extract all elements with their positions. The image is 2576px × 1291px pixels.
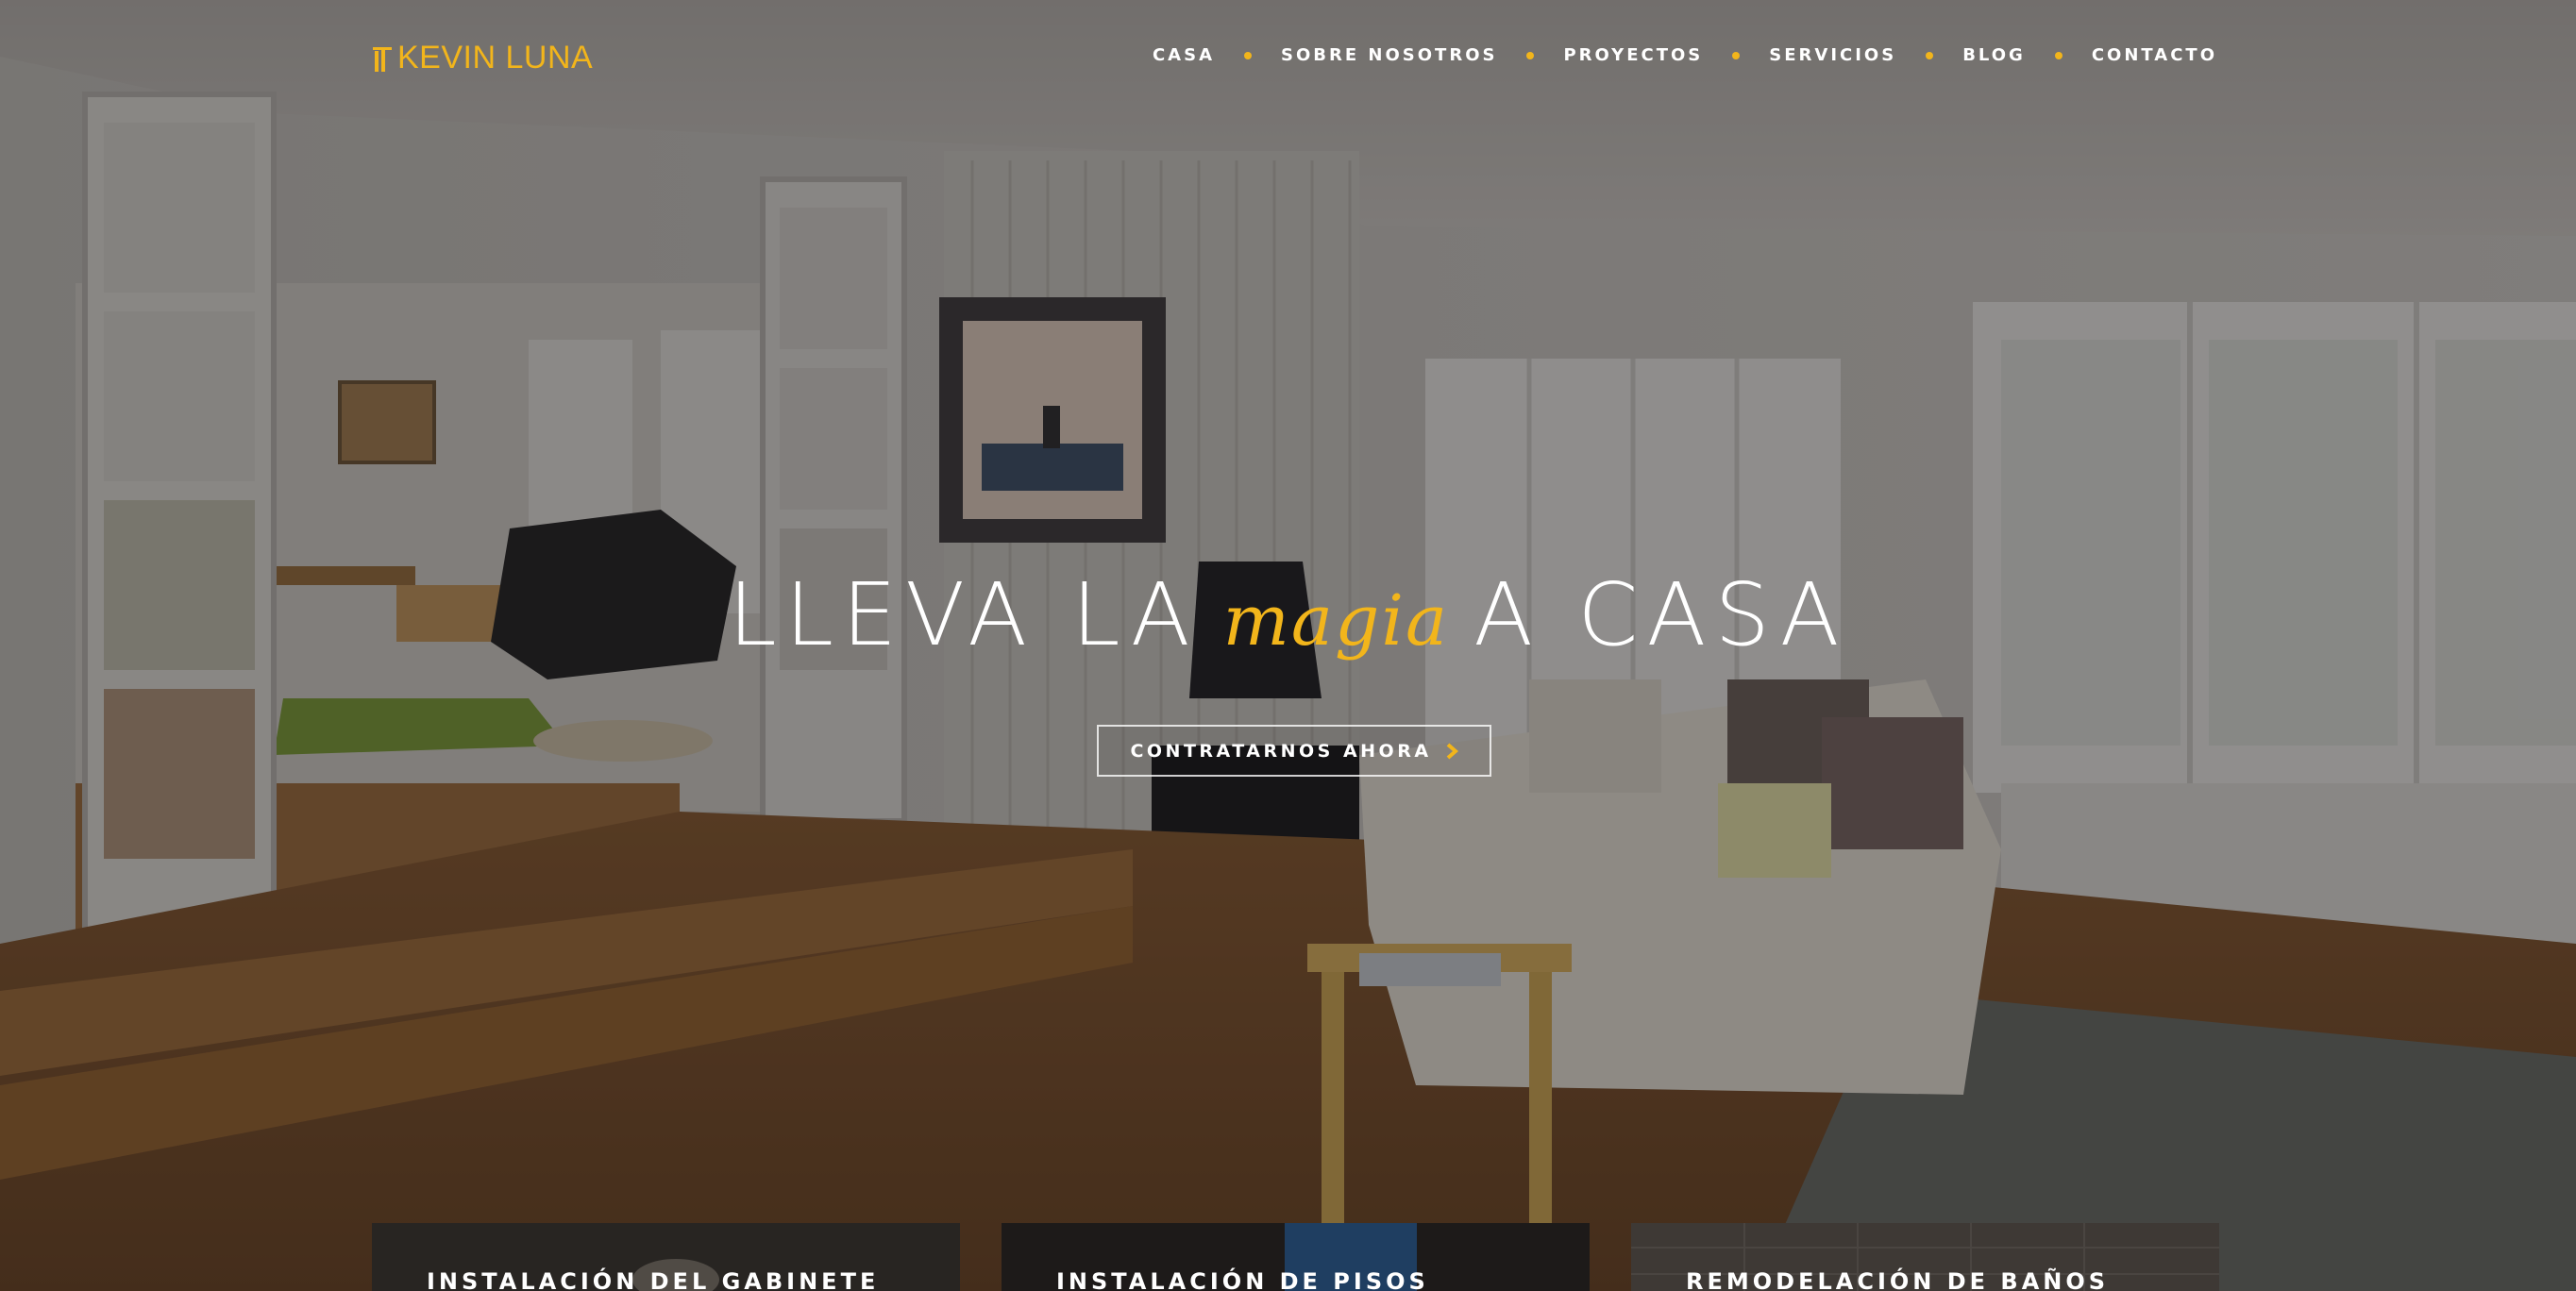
nav-item-blog[interactable]: BLOG <box>1962 45 2026 65</box>
dot-icon <box>1732 51 1741 59</box>
nav-item-servicios[interactable]: SERVICIOS <box>1769 45 1896 65</box>
brand-logo[interactable]: KEVIN LUNA <box>373 38 593 77</box>
dot-icon <box>1244 51 1253 59</box>
hero-headline: LLEVA LA magia A CASA <box>0 559 2576 678</box>
headline-text-after: A CASA <box>1473 564 1848 665</box>
hire-us-button-label: CONTRATARNOS AHORA <box>1130 740 1432 762</box>
chevron-right-icon <box>1446 742 1458 760</box>
service-card-title: INSTALACIÓN DE PISOS <box>1056 1268 1429 1291</box>
nav-item-contacto[interactable]: CONTACTO <box>2092 45 2217 65</box>
hero-section: KEVIN LUNA CASA SOBRE NOSOTROS PROYECTOS… <box>0 0 2576 1291</box>
building-columns-icon <box>373 47 392 72</box>
headline-text-before: LLEVA LA <box>728 564 1199 665</box>
hire-us-button[interactable]: CONTRATARNOS AHORA <box>1097 725 1491 777</box>
nav-item-proyectos[interactable]: PROYECTOS <box>1563 45 1703 65</box>
dot-icon <box>2054 51 2062 59</box>
service-card-bathroom[interactable]: REMODELACIÓN DE BAÑOS <box>1631 1223 2219 1291</box>
dot-icon <box>1526 51 1535 59</box>
main-nav: CASA SOBRE NOSOTROS PROYECTOS SERVICIOS … <box>1153 45 2217 65</box>
headline-accent-text: magia <box>1222 580 1450 662</box>
nav-item-casa[interactable]: CASA <box>1153 45 1215 65</box>
dot-icon <box>1926 51 1934 59</box>
brand-name: KEVIN LUNA <box>397 40 594 75</box>
service-card-title: INSTALACIÓN DEL GABINETE <box>427 1268 880 1291</box>
service-card-title: REMODELACIÓN DE BAÑOS <box>1686 1268 2110 1291</box>
service-card-cabinet[interactable]: INSTALACIÓN DEL GABINETE <box>372 1223 960 1291</box>
service-card-flooring[interactable]: INSTALACIÓN DE PISOS <box>1002 1223 1590 1291</box>
nav-item-sobre-nosotros[interactable]: SOBRE NOSOTROS <box>1281 45 1497 65</box>
